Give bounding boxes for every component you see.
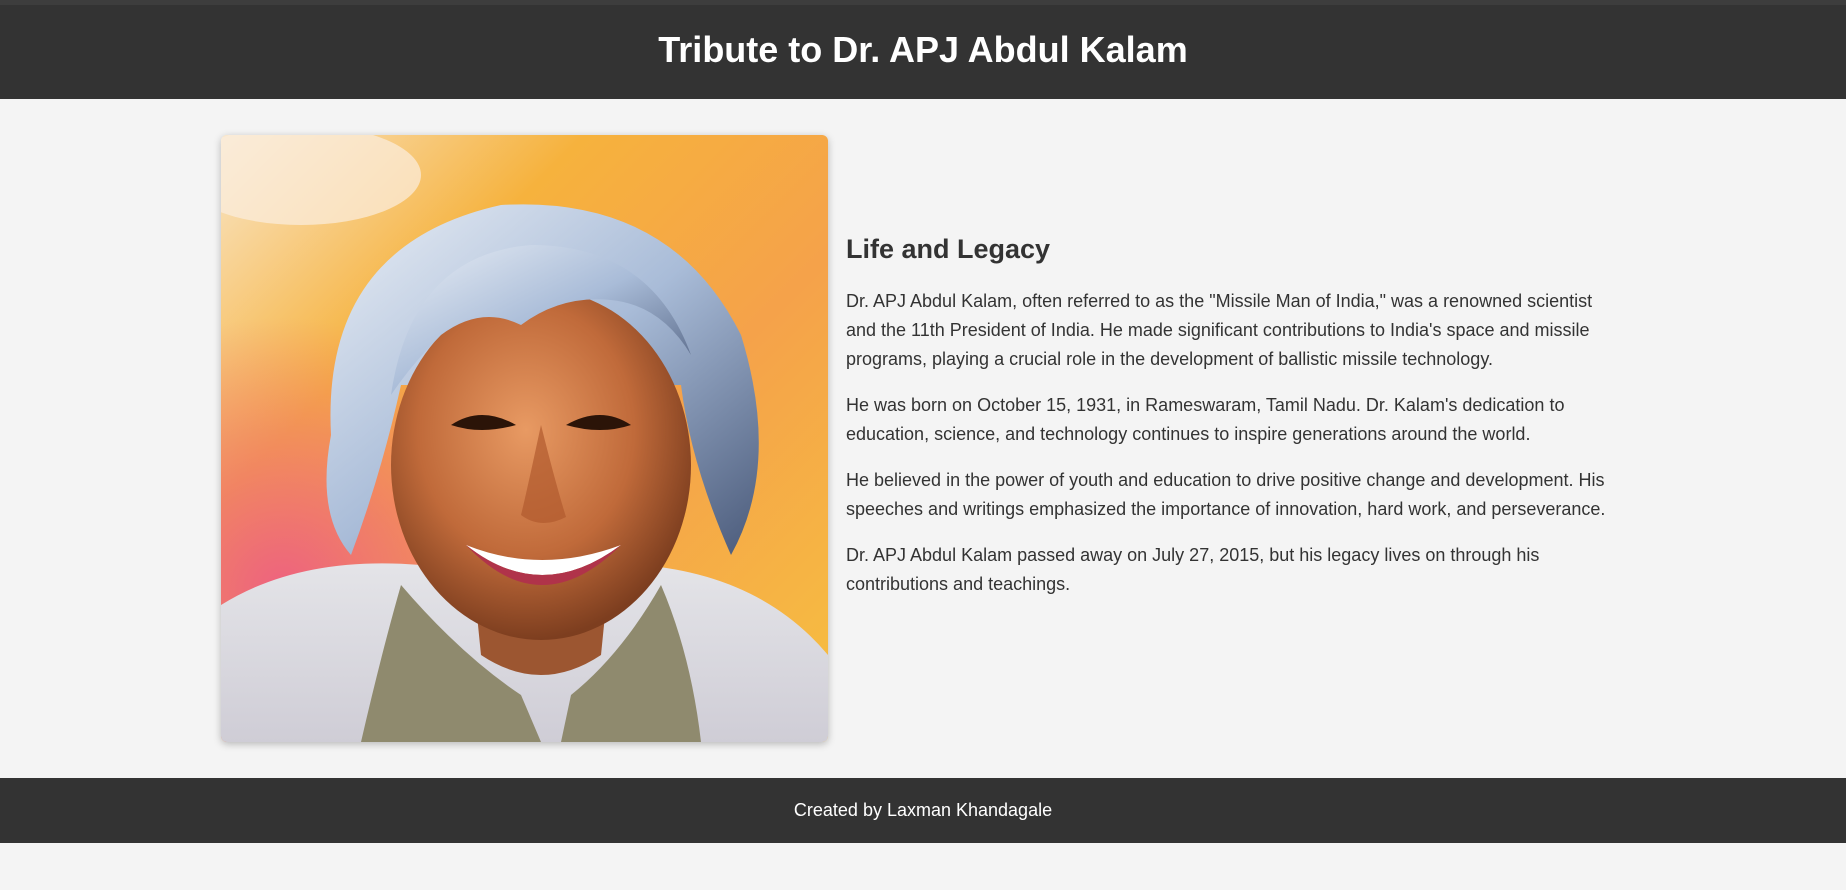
section-heading: Life and Legacy — [846, 234, 1051, 264]
portrait-image — [221, 135, 828, 742]
page-footer: Created by Laxman Khandagale — [0, 778, 1846, 843]
paragraph: He was born on October 15, 1931, in Rame… — [846, 395, 1565, 444]
main-content: Life and Legacy Dr. APJ Abdul Kalam, oft… — [846, 228, 1606, 616]
paragraph: He believed in the power of youth and ed… — [846, 470, 1606, 519]
page-header: Tribute to Dr. APJ Abdul Kalam — [0, 0, 1846, 99]
paragraph: Dr. APJ Abdul Kalam, often referred to a… — [846, 291, 1593, 369]
footer-credit: Created by Laxman Khandagale — [793, 800, 1053, 820]
page-title: Tribute to Dr. APJ Abdul Kalam — [658, 29, 1188, 70]
paragraph: Dr. APJ Abdul Kalam passed away on July … — [846, 545, 1540, 594]
